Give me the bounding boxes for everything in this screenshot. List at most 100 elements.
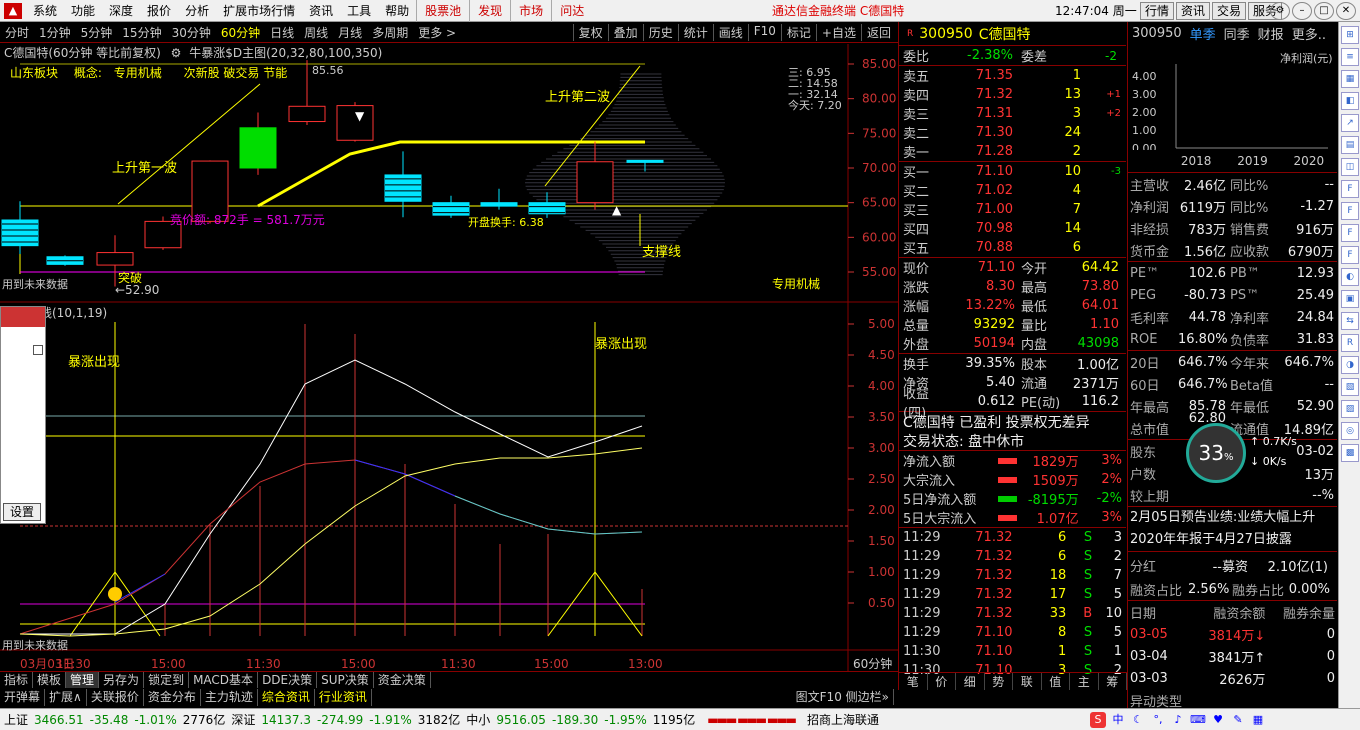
period-tab-15min[interactable]: 15分钟 xyxy=(117,24,166,41)
fund-tab-quarter[interactable]: 单季 xyxy=(1190,24,1216,43)
bid-row[interactable]: 买一 71.10 10 -3 xyxy=(899,162,1126,181)
sidebar-icon-10[interactable]: F xyxy=(1341,224,1359,242)
tool-icon[interactable]: ✎ xyxy=(1230,712,1246,728)
tab-macd[interactable]: MACD基本 xyxy=(189,672,259,688)
sidebar-icon-20[interactable]: ▩ xyxy=(1341,444,1359,462)
period-tab-timeshare[interactable]: 分时 xyxy=(0,24,34,41)
bid-row[interactable]: 买四 70.98 14 xyxy=(899,219,1126,238)
sidebar-icon-12[interactable]: ◐ xyxy=(1341,268,1359,286)
tab-sup[interactable]: SUP决策 xyxy=(317,672,374,688)
sidebar-icon-3[interactable]: ▦ xyxy=(1341,70,1359,88)
menu-extended-market[interactable]: 扩展市场行情 xyxy=(216,0,302,22)
tab-general-news[interactable]: 综合资讯 xyxy=(258,689,315,706)
period-tab-1min[interactable]: 1分钟 xyxy=(34,24,76,41)
industry-label[interactable]: 专用机械 xyxy=(114,66,162,80)
add-watchlist-button[interactable]: +自选 xyxy=(815,24,861,41)
sidebar-icon-15[interactable]: R xyxy=(1341,334,1359,352)
menu-news[interactable]: 资讯 xyxy=(302,0,340,22)
mark-button[interactable]: 标记 xyxy=(780,24,816,41)
kline-chart[interactable]: ▲ ▼ 85.0080.0075.0070.0065.0060.0055.00 … xyxy=(0,44,898,671)
sidebar-icon-2[interactable]: ≡ xyxy=(1341,48,1359,66)
tab-lock-to[interactable]: 锁定到 xyxy=(144,672,190,688)
draw-line-button[interactable]: 画线 xyxy=(712,24,748,41)
sidebar-toggle[interactable]: 图文F10 侧边栏» xyxy=(792,689,894,705)
menu-help[interactable]: 帮助 xyxy=(378,0,416,22)
ime-icon[interactable]: S xyxy=(1090,711,1106,728)
sidebar-icon-13[interactable]: ▣ xyxy=(1341,290,1359,308)
minimize-icon[interactable]: – xyxy=(1292,1,1312,20)
period-tab-day[interactable]: 日线 xyxy=(265,24,299,41)
restore-rights-button[interactable]: 复权 xyxy=(572,24,608,41)
tab-danmaku[interactable]: 开弹幕 xyxy=(0,689,46,706)
sidebar-icon-4[interactable]: ◧ xyxy=(1341,92,1359,110)
tab-main[interactable]: 主 xyxy=(1070,673,1099,690)
tab-dde[interactable]: DDE决策 xyxy=(258,672,318,688)
tab-template[interactable]: 模板 xyxy=(33,672,67,688)
settings-icon[interactable]: ⚙ xyxy=(1270,1,1290,20)
tab-industry-news[interactable]: 行业资讯 xyxy=(315,689,372,706)
sidebar-icon-18[interactable]: ▨ xyxy=(1341,400,1359,418)
menu-function[interactable]: 功能 xyxy=(64,0,102,22)
bid-row[interactable]: 买三 71.00 7 xyxy=(899,200,1126,219)
tab-related-quote[interactable]: 关联报价 xyxy=(87,689,144,706)
sidebar-icon-19[interactable]: ◎ xyxy=(1341,422,1359,440)
gear-icon[interactable]: ⚙ xyxy=(171,46,182,60)
sidebar-icon-1[interactable]: ⊞ xyxy=(1341,26,1359,44)
sidebar-icon-9[interactable]: F xyxy=(1341,202,1359,220)
period-tab-5min[interactable]: 5分钟 xyxy=(76,24,118,41)
sidebar-icon-11[interactable]: F xyxy=(1341,246,1359,264)
tags-label[interactable]: 次新股 破交易 节能 xyxy=(184,66,288,80)
sidebar-icon-17[interactable]: ▧ xyxy=(1341,378,1359,396)
close-icon[interactable]: ✕ xyxy=(1336,1,1356,20)
moon-icon[interactable]: ☾ xyxy=(1130,712,1146,728)
fund-tab-same-quarter[interactable]: 同季 xyxy=(1224,24,1250,43)
zx-index-label[interactable]: 中小 xyxy=(466,711,490,728)
broker-label[interactable]: 招商上海联通 xyxy=(807,711,879,728)
tab-tick[interactable]: 笔 xyxy=(899,673,928,690)
period-tab-60min[interactable]: 60分钟 xyxy=(216,24,265,41)
menu-quote[interactable]: 报价 xyxy=(140,0,178,22)
tab-fund-decision[interactable]: 资金决策 xyxy=(374,672,431,688)
tab-expand[interactable]: 扩展∧ xyxy=(45,689,87,706)
period-tab-multi[interactable]: 多周期 xyxy=(367,24,413,41)
sidebar-icon-8[interactable]: F xyxy=(1341,180,1359,198)
menu-system[interactable]: 系统 xyxy=(26,0,64,22)
period-tab-week[interactable]: 周线 xyxy=(299,24,333,41)
news-button[interactable]: 资讯 xyxy=(1176,1,1211,20)
tab-fund-distribution[interactable]: 资金分布 xyxy=(144,689,201,706)
bid-row[interactable]: 买二 71.02 4 xyxy=(899,181,1126,200)
news-item-1[interactable]: 2月05日预告业绩:业绩大幅上升 xyxy=(1128,507,1337,529)
tab-chips[interactable]: 筹 xyxy=(1099,673,1127,690)
region-label[interactable]: 山东板块 xyxy=(10,66,58,80)
maximize-icon[interactable]: □ xyxy=(1314,1,1334,20)
sidebar-icon-5[interactable]: ↗ xyxy=(1341,114,1359,132)
period-tab-more[interactable]: 更多 > xyxy=(413,24,461,41)
app-logo-icon[interactable]: ▲ xyxy=(4,2,22,19)
period-tab-30min[interactable]: 30分钟 xyxy=(167,24,216,41)
punct-icon[interactable]: °, xyxy=(1150,712,1166,728)
popup-titlebar[interactable] xyxy=(1,307,45,327)
tab-indicator[interactable]: 指标 xyxy=(0,672,34,688)
menu-analysis[interactable]: 分析 xyxy=(178,0,216,22)
sidebar-icon-6[interactable]: ▤ xyxy=(1341,136,1359,154)
bid-row[interactable]: 买五 70.88 6 xyxy=(899,238,1126,257)
tab-trend[interactable]: 势 xyxy=(985,673,1013,690)
fund-tab-more[interactable]: 更多.. xyxy=(1292,24,1326,43)
ask-row[interactable]: 卖一 71.28 2 xyxy=(899,142,1126,161)
indicator-title[interactable]: 牛暴涨$D主图(20,32,80,100,350) xyxy=(189,46,382,60)
trade-button[interactable]: 交易 xyxy=(1212,1,1247,20)
history-button[interactable]: 历史 xyxy=(642,24,678,41)
mic-icon[interactable]: ♪ xyxy=(1170,712,1186,728)
skin-icon[interactable]: ♥ xyxy=(1210,712,1226,728)
f10-button[interactable]: F10 xyxy=(747,24,781,41)
tab-save-as[interactable]: 另存为 xyxy=(99,672,145,688)
sh-index-label[interactable]: 上证 xyxy=(4,711,28,728)
menu-tools[interactable]: 工具 xyxy=(340,0,378,22)
tab-detail[interactable]: 细 xyxy=(956,673,985,690)
keyboard-icon[interactable]: ⌨ xyxy=(1190,712,1206,728)
back-button[interactable]: 返回 xyxy=(860,24,896,41)
quote-button[interactable]: 行情 xyxy=(1140,1,1175,20)
menu-stock-pool[interactable]: 股票池 xyxy=(416,0,469,22)
period-tab-month[interactable]: 月线 xyxy=(333,24,367,41)
sidebar-icon-16[interactable]: ◑ xyxy=(1341,356,1359,374)
